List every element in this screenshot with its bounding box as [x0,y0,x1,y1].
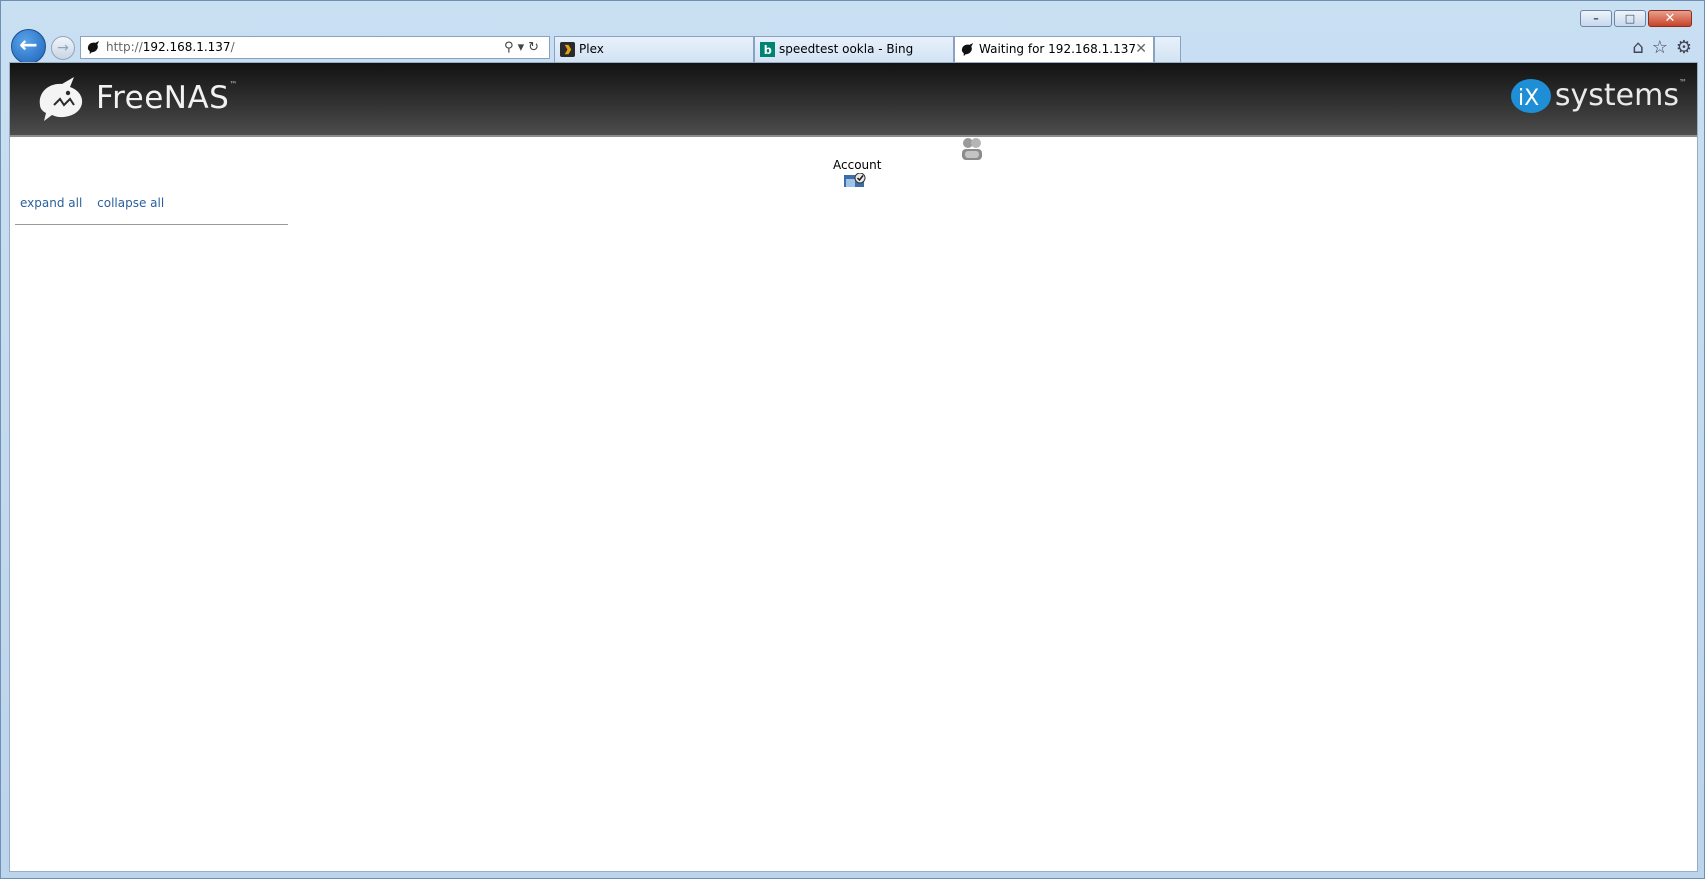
forward-button[interactable]: → [51,36,75,60]
back-button[interactable]: ← [11,29,46,64]
minimize-button[interactable]: – [1580,10,1612,27]
browser-tools: ⌂ ☆ ⚙ [1632,37,1692,58]
url-text: http://192.168.1.137/ [106,40,235,54]
home-icon[interactable]: ⌂ [1632,37,1643,58]
window-controls: – □ ✕ [1580,10,1692,27]
star-icon[interactable]: ☆ [1652,37,1668,58]
address-bar[interactable]: http://192.168.1.137/ ⚲▾↻ [80,36,550,59]
page-viewport: FreeNAS™ iX systems™ Account expand all … [9,62,1698,872]
freenas-favicon [961,42,974,57]
ixsystems-wordmark: systems™ [1554,77,1687,113]
tab-bing[interactable]: b speedtest ookla - Bing [754,36,954,62]
address-tools: ⚲▾↻ [504,37,543,58]
arrow-left-icon: ← [19,33,38,58]
maximize-icon: □ [1624,12,1636,25]
svg-text:iX: iX [1518,86,1539,111]
arrow-right-icon: → [57,40,69,56]
ixsystems-logo[interactable]: iX systems™ [1509,75,1687,115]
refresh-icon[interactable]: ↻ [528,40,543,55]
dropdown-icon[interactable]: ▾ [518,40,529,55]
close-window-button[interactable]: ✕ [1648,10,1692,27]
freenas-logo[interactable]: FreeNAS™ [34,73,238,123]
tab-plex[interactable]: Plex [554,36,754,62]
tree-controls: expand all collapse all [20,196,175,210]
plex-icon [560,42,575,57]
gear-icon[interactable]: ⚙ [1676,37,1692,58]
users-icon[interactable] [959,136,985,162]
expand-all-link[interactable]: expand all [20,196,82,210]
maximize-button[interactable]: □ [1614,10,1646,27]
close-icon: ✕ [1664,11,1676,26]
header-banner: FreeNAS™ iX systems™ [10,63,1697,137]
freenas-favicon [87,40,100,55]
collapse-all-link[interactable]: collapse all [97,196,164,210]
tab-freenas[interactable]: Waiting for 192.168.1.137 ✕ [954,36,1154,62]
new-tab-button[interactable] [1154,36,1181,62]
freenas-wordmark: FreeNAS™ [96,80,238,116]
browser-window: – □ ✕ ← → http://192.168.1.137/ ⚲▾↻ Plex… [0,0,1705,879]
bing-icon: b [760,42,775,57]
account-settings-icon[interactable] [843,173,867,187]
search-icon[interactable]: ⚲ [504,40,518,55]
tree-divider [15,224,288,225]
minimize-icon: – [1593,12,1599,25]
close-tab-icon[interactable]: ✕ [1135,37,1147,62]
freenas-shark-icon [39,77,83,121]
svg-text:b: b [764,44,772,57]
ix-badge-icon: iX [1510,79,1551,113]
account-label[interactable]: Account [833,158,881,172]
